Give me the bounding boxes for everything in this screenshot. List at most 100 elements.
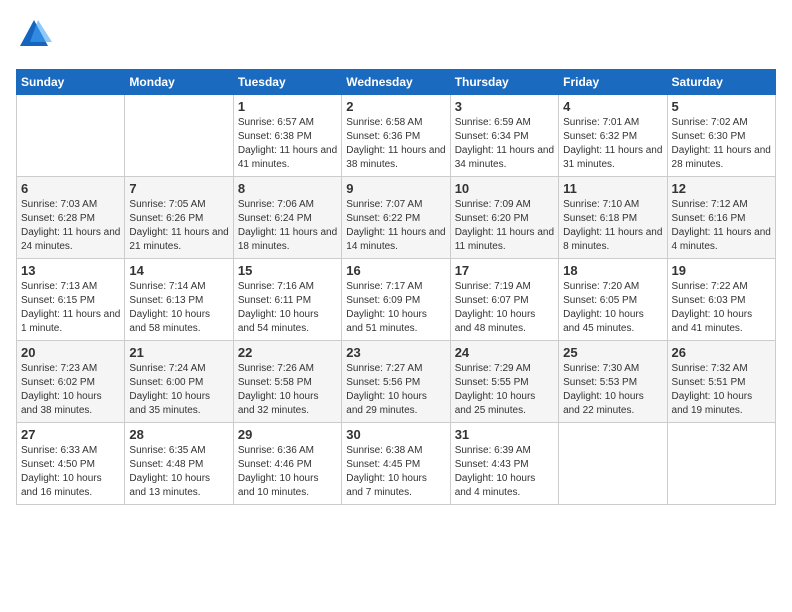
calendar-cell: 17Sunrise: 7:19 AMSunset: 6:07 PMDayligh… <box>450 259 558 341</box>
calendar-cell: 20Sunrise: 7:23 AMSunset: 6:02 PMDayligh… <box>17 341 125 423</box>
calendar-week-row: 1Sunrise: 6:57 AMSunset: 6:38 PMDaylight… <box>17 95 776 177</box>
cell-info: Sunrise: 6:57 AMSunset: 6:38 PMDaylight:… <box>238 116 337 172</box>
cell-info: Sunrise: 7:07 AMSunset: 6:22 PMDaylight:… <box>346 198 445 254</box>
day-number: 19 <box>672 263 771 278</box>
day-number: 30 <box>346 427 445 442</box>
day-number: 6 <box>21 181 120 196</box>
cell-info: Sunrise: 7:09 AMSunset: 6:20 PMDaylight:… <box>455 198 554 254</box>
calendar-body: 1Sunrise: 6:57 AMSunset: 6:38 PMDaylight… <box>17 95 776 505</box>
cell-info: Sunrise: 7:05 AMSunset: 6:26 PMDaylight:… <box>129 198 228 254</box>
cell-info: Sunrise: 7:06 AMSunset: 6:24 PMDaylight:… <box>238 198 337 254</box>
page-header <box>16 16 776 57</box>
calendar-cell: 21 Sunrise: 7:24 AMSunset: 6:00 PMDayligh… <box>125 341 233 423</box>
calendar-cell: 13 Sunrise: 7:13 AMSunset: 6:15 PMDayligh… <box>17 259 125 341</box>
calendar-cell: 22 Sunrise: 7:26 AMSunset: 5:58 PMDayligh… <box>233 341 341 423</box>
day-number: 5 <box>672 99 771 114</box>
cell-info: Sunrise: 7:10 AMSunset: 6:18 PMDaylight:… <box>563 198 662 254</box>
cell-info: Sunrise: 7:30 AMSunset: 5:53 PMDaylight:… <box>563 362 662 418</box>
day-number: 31 <box>455 427 554 442</box>
calendar-cell: 23 Sunrise: 7:27 AMSunset: 5:56 PMDayligh… <box>342 341 450 423</box>
day-number: 9 <box>346 181 445 196</box>
day-number: 12 <box>672 181 771 196</box>
day-number: 25 <box>563 345 662 360</box>
cell-info: Sunrise: 6:58 AMSunset: 6:36 PMDaylight:… <box>346 116 445 172</box>
calendar-week-row: 6 Sunrise: 7:03 AMSunset: 6:28 PMDaylight… <box>17 177 776 259</box>
calendar-cell <box>125 95 233 177</box>
day-number: 8 <box>238 181 337 196</box>
calendar-cell: 12 Sunrise: 7:12 AMSunset: 6:16 PMDayligh… <box>667 177 775 259</box>
cell-info: Sunrise: 6:33 AMSunset: 4:50 PMDaylight:… <box>21 444 120 500</box>
calendar-cell: 29Sunrise: 6:36 AMSunset: 4:46 PMDayligh… <box>233 423 341 505</box>
logo <box>16 16 52 57</box>
cell-info: Sunrise: 7:32 AMSunset: 5:51 PMDaylight:… <box>672 362 771 418</box>
cell-info: Sunrise: 7:23 AMSunset: 6:02 PMDaylight:… <box>21 362 120 418</box>
cell-info: Sunrise: 7:01 AMSunset: 6:32 PMDaylight:… <box>563 116 662 172</box>
cell-info: Sunrise: 7:02 AMSunset: 6:30 PMDaylight:… <box>672 116 771 172</box>
header-tuesday: Tuesday <box>233 70 341 95</box>
calendar-cell <box>17 95 125 177</box>
day-number: 2 <box>346 99 445 114</box>
calendar-cell <box>667 423 775 505</box>
calendar-cell: 14 Sunrise: 7:14 AMSunset: 6:13 PMDayligh… <box>125 259 233 341</box>
calendar-cell <box>559 423 667 505</box>
cell-info: Sunrise: 7:12 AMSunset: 6:16 PMDaylight:… <box>672 198 771 254</box>
calendar-table: Sunday Monday Tuesday Wednesday Thursday… <box>16 69 776 505</box>
day-number: 27 <box>21 427 120 442</box>
header-friday: Friday <box>559 70 667 95</box>
cell-info: Sunrise: 7:22 AMSunset: 6:03 PMDaylight:… <box>672 280 771 336</box>
calendar-cell: 31 Sunrise: 6:39 AMSunset: 4:43 PMDayligh… <box>450 423 558 505</box>
day-number: 4 <box>563 99 662 114</box>
day-number: 7 <box>129 181 228 196</box>
cell-info: Sunrise: 7:13 AMSunset: 6:15 PMDaylight:… <box>21 280 120 336</box>
day-number: 14 <box>129 263 228 278</box>
cell-info: Sunrise: 6:39 AMSunset: 4:43 PMDaylight:… <box>455 444 554 500</box>
cell-info: Sunrise: 7:14 AMSunset: 6:13 PMDaylight:… <box>129 280 228 336</box>
day-number: 21 <box>129 345 228 360</box>
calendar-cell: 30 Sunrise: 6:38 AMSunset: 4:45 PMDayligh… <box>342 423 450 505</box>
calendar-header: Sunday Monday Tuesday Wednesday Thursday… <box>17 70 776 95</box>
day-number: 16 <box>346 263 445 278</box>
calendar-cell: 4 Sunrise: 7:01 AMSunset: 6:32 PMDaylight… <box>559 95 667 177</box>
calendar-cell: 28 Sunrise: 6:35 AMSunset: 4:48 PMDayligh… <box>125 423 233 505</box>
cell-info: Sunrise: 6:38 AMSunset: 4:45 PMDaylight:… <box>346 444 445 500</box>
logo-icon <box>16 16 52 52</box>
day-number: 22 <box>238 345 337 360</box>
day-number: 3 <box>455 99 554 114</box>
day-number: 28 <box>129 427 228 442</box>
header-saturday: Saturday <box>667 70 775 95</box>
calendar-week-row: 27 Sunrise: 6:33 AMSunset: 4:50 PMDayligh… <box>17 423 776 505</box>
day-number: 18 <box>563 263 662 278</box>
cell-info: Sunrise: 6:36 AMSunset: 4:46 PMDaylight:… <box>238 444 337 500</box>
calendar-cell: 11 Sunrise: 7:10 AMSunset: 6:18 PMDayligh… <box>559 177 667 259</box>
calendar-cell: 5 Sunrise: 7:02 AMSunset: 6:30 PMDaylight… <box>667 95 775 177</box>
calendar-cell: 24 Sunrise: 7:29 AMSunset: 5:55 PMDayligh… <box>450 341 558 423</box>
day-number: 26 <box>672 345 771 360</box>
calendar-cell: 2 Sunrise: 6:58 AMSunset: 6:36 PMDaylight… <box>342 95 450 177</box>
header-wednesday: Wednesday <box>342 70 450 95</box>
cell-info: Sunrise: 6:35 AMSunset: 4:48 PMDaylight:… <box>129 444 228 500</box>
cell-info: Sunrise: 7:29 AMSunset: 5:55 PMDaylight:… <box>455 362 554 418</box>
calendar-cell: 3Sunrise: 6:59 AMSunset: 6:34 PMDaylight… <box>450 95 558 177</box>
cell-info: Sunrise: 7:16 AMSunset: 6:11 PMDaylight:… <box>238 280 337 336</box>
cell-info: Sunrise: 7:24 AMSunset: 6:00 PMDaylight:… <box>129 362 228 418</box>
cell-info: Sunrise: 7:17 AMSunset: 6:09 PMDaylight:… <box>346 280 445 336</box>
calendar-cell: 10Sunrise: 7:09 AMSunset: 6:20 PMDayligh… <box>450 177 558 259</box>
day-number: 11 <box>563 181 662 196</box>
calendar-cell: 25 Sunrise: 7:30 AMSunset: 5:53 PMDayligh… <box>559 341 667 423</box>
calendar-cell: 16 Sunrise: 7:17 AMSunset: 6:09 PMDayligh… <box>342 259 450 341</box>
day-number: 15 <box>238 263 337 278</box>
cell-info: Sunrise: 7:26 AMSunset: 5:58 PMDaylight:… <box>238 362 337 418</box>
day-number: 23 <box>346 345 445 360</box>
cell-info: Sunrise: 7:03 AMSunset: 6:28 PMDaylight:… <box>21 198 120 254</box>
calendar-week-row: 20Sunrise: 7:23 AMSunset: 6:02 PMDayligh… <box>17 341 776 423</box>
calendar-cell: 6 Sunrise: 7:03 AMSunset: 6:28 PMDaylight… <box>17 177 125 259</box>
day-number: 24 <box>455 345 554 360</box>
header-sunday: Sunday <box>17 70 125 95</box>
cell-info: Sunrise: 7:27 AMSunset: 5:56 PMDaylight:… <box>346 362 445 418</box>
header-thursday: Thursday <box>450 70 558 95</box>
calendar-cell: 15 Sunrise: 7:16 AMSunset: 6:11 PMDayligh… <box>233 259 341 341</box>
calendar-cell: 1Sunrise: 6:57 AMSunset: 6:38 PMDaylight… <box>233 95 341 177</box>
header-row: Sunday Monday Tuesday Wednesday Thursday… <box>17 70 776 95</box>
calendar-cell: 18Sunrise: 7:20 AMSunset: 6:05 PMDayligh… <box>559 259 667 341</box>
day-number: 13 <box>21 263 120 278</box>
